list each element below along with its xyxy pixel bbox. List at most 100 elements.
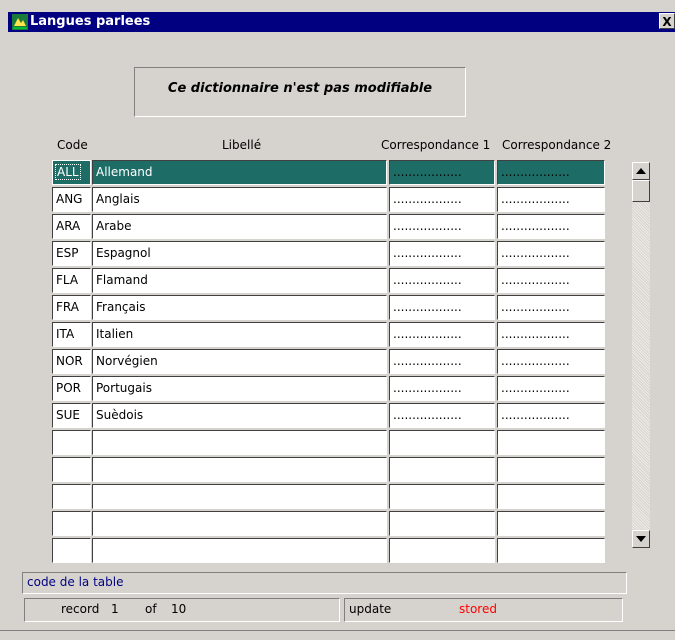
correspondance-2-cell[interactable]: .................. [497, 349, 605, 374]
correspondance-1-cell[interactable] [389, 538, 495, 563]
correspondance-1-cell[interactable]: .................. [389, 322, 495, 347]
code-cell-text: POR [56, 381, 82, 395]
correspondance-2-cell[interactable]: .................. [497, 295, 605, 320]
code-cell[interactable]: POR [52, 376, 91, 401]
code-cell-text: SUE [56, 408, 80, 422]
code-cell[interactable] [52, 538, 91, 563]
code-cell-text: ARA [56, 219, 81, 233]
correspondance-2-cell-text: .................. [501, 219, 570, 233]
correspondance-1-cell[interactable]: .................. [389, 241, 495, 266]
correspondance-2-cell[interactable]: .................. [497, 268, 605, 293]
correspondance-1-cell[interactable]: .................. [389, 295, 495, 320]
libelle-cell-text: Arabe [96, 219, 132, 233]
code-cell[interactable]: FLA [52, 268, 91, 293]
vertical-scrollbar[interactable] [632, 162, 650, 548]
code-cell-text: ITA [56, 327, 75, 341]
title-bar[interactable]: Langues parlees X [8, 12, 675, 32]
code-cell[interactable]: SUE [52, 403, 91, 428]
correspondance-2-cell-text: .................. [501, 273, 570, 287]
libelle-cell-text: Suèdois [96, 408, 144, 422]
correspondance-2-cell[interactable]: .................. [497, 214, 605, 239]
field-hint: code de la table [22, 572, 627, 594]
libelle-cell[interactable]: Espagnol [92, 241, 387, 266]
code-cell-text: FRA [56, 300, 79, 314]
code-cell[interactable] [52, 511, 91, 536]
code-cell[interactable]: NOR [52, 349, 91, 374]
code-cell[interactable] [52, 457, 91, 482]
correspondance-1-cell[interactable]: .................. [389, 349, 495, 374]
libelle-cell[interactable]: Anglais [92, 187, 387, 212]
code-cell[interactable]: ANG [52, 187, 91, 212]
libelle-cell[interactable]: Portugais [92, 376, 387, 401]
record-index: 1 [111, 602, 119, 616]
scroll-thumb[interactable] [632, 180, 650, 202]
correspondance-2-cell[interactable] [497, 430, 605, 455]
correspondance-1-cell-text: .................. [393, 408, 462, 422]
libelle-cell[interactable] [92, 484, 387, 509]
libelle-cell[interactable]: Arabe [92, 214, 387, 239]
code-cell[interactable]: ITA [52, 322, 91, 347]
correspondance-1-cell[interactable] [389, 430, 495, 455]
correspondance-1-cell[interactable]: .................. [389, 160, 495, 185]
correspondance-2-cell[interactable]: .................. [497, 403, 605, 428]
code-cell[interactable]: FRA [52, 295, 91, 320]
libelle-cell[interactable]: Allemand [92, 160, 387, 185]
correspondance-2-cell-text: .................. [501, 354, 570, 368]
state-label: stored [459, 602, 497, 616]
libelle-cell[interactable] [92, 430, 387, 455]
code-cell[interactable]: ALL [52, 160, 91, 185]
scroll-down-button[interactable] [632, 530, 650, 548]
libelle-cell[interactable]: Suèdois [92, 403, 387, 428]
correspondance-1-cell-text: .................. [393, 381, 462, 395]
libelle-cell[interactable] [92, 457, 387, 482]
libelle-cell[interactable]: Français [92, 295, 387, 320]
correspondance-2-cell[interactable] [497, 457, 605, 482]
correspondance-1-cell[interactable]: .................. [389, 214, 495, 239]
libelle-cell[interactable] [92, 538, 387, 563]
code-cell[interactable]: ARA [52, 214, 91, 239]
correspondance-2-cell-text: .................. [501, 327, 570, 341]
correspondance-2-cell[interactable] [497, 511, 605, 536]
correspondance-2-cell[interactable] [497, 538, 605, 563]
correspondance-2-cell-text: .................. [501, 165, 570, 179]
close-button[interactable]: X [659, 13, 675, 29]
correspondance-1-cell[interactable]: .................. [389, 376, 495, 401]
column-header-code: Code [57, 138, 88, 152]
record-status: record 1 of 10 [24, 598, 340, 622]
libelle-cell[interactable]: Flamand [92, 268, 387, 293]
code-cell[interactable] [52, 430, 91, 455]
code-cell-text: ANG [56, 192, 83, 206]
correspondance-2-cell-text: .................. [501, 300, 570, 314]
column-header-libelle: Libellé [222, 138, 262, 152]
correspondance-2-cell[interactable] [497, 484, 605, 509]
correspondance-1-cell[interactable] [389, 484, 495, 509]
correspondance-1-cell[interactable]: .................. [389, 187, 495, 212]
column-header-correspondance-2: Correspondance 2 [502, 138, 612, 152]
correspondance-2-cell[interactable]: .................. [497, 322, 605, 347]
libelle-cell-text: Espagnol [96, 246, 151, 260]
code-cell[interactable] [52, 484, 91, 509]
arrow-up-icon [636, 168, 646, 174]
correspondance-1-cell[interactable] [389, 511, 495, 536]
libelle-cell-text: Allemand [96, 165, 153, 179]
scroll-up-button[interactable] [632, 162, 650, 180]
correspondance-2-cell[interactable]: .................. [497, 187, 605, 212]
correspondance-1-cell[interactable] [389, 457, 495, 482]
correspondance-1-cell[interactable]: .................. [389, 268, 495, 293]
correspondance-2-cell[interactable]: .................. [497, 376, 605, 401]
correspondance-2-cell-text: .................. [501, 192, 570, 206]
code-cell-text: ALL [55, 164, 81, 180]
correspondance-2-cell-text: .................. [501, 408, 570, 422]
libelle-cell[interactable] [92, 511, 387, 536]
code-cell-text: FLA [56, 273, 79, 287]
code-cell[interactable]: ESP [52, 241, 91, 266]
correspondance-1-cell[interactable]: .................. [389, 403, 495, 428]
read-only-notice: Ce dictionnaire n'est pas modifiable [134, 67, 466, 117]
libelle-cell[interactable]: Norvégien [92, 349, 387, 374]
libelle-cell[interactable]: Italien [92, 322, 387, 347]
correspondance-1-cell-text: .................. [393, 192, 462, 206]
libelle-cell-text: Anglais [96, 192, 140, 206]
correspondance-2-cell[interactable]: .................. [497, 241, 605, 266]
correspondance-2-cell[interactable]: .................. [497, 160, 605, 185]
record-label: record [61, 602, 100, 616]
